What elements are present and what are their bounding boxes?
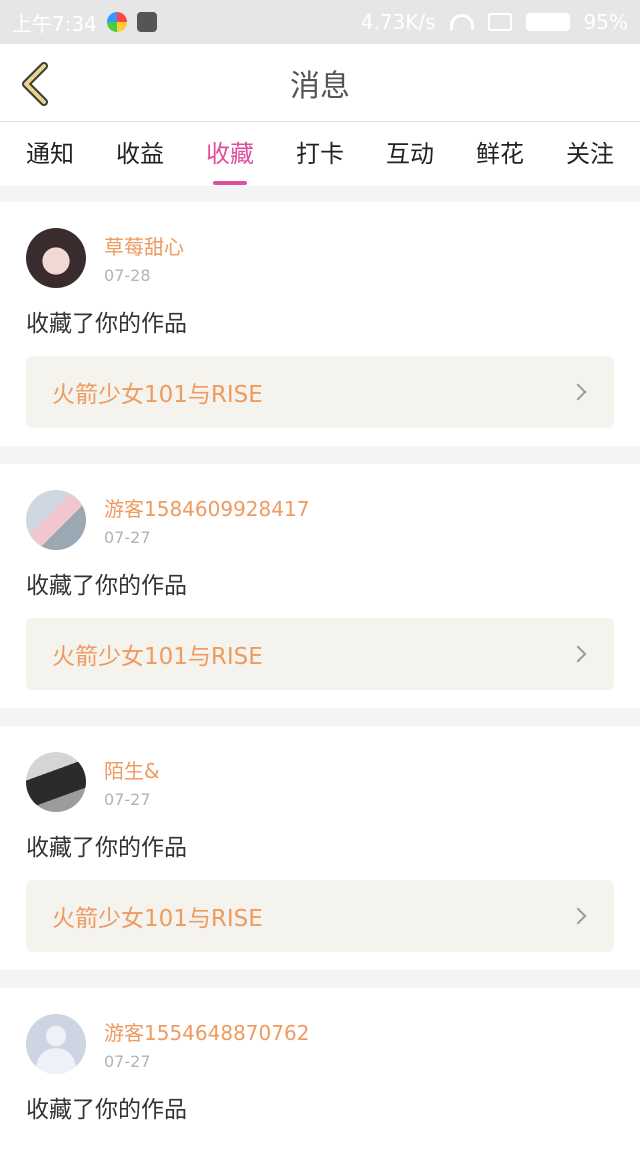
work-title: 火箭少女101与RISE	[52, 644, 263, 670]
user-meta: 游客1584609928417 07-27	[104, 493, 309, 547]
avatar[interactable]	[26, 228, 86, 288]
favorite-item: 游客1554648870762 07-27 收藏了你的作品	[0, 988, 640, 1160]
date: 07-28	[104, 266, 151, 285]
status-time: 上午7:34	[12, 11, 97, 36]
tab-interaction[interactable]: 互动	[386, 134, 434, 175]
work-title: 火箭少女101与RISE	[52, 382, 263, 408]
avatar[interactable]	[26, 490, 86, 550]
date: 07-27	[104, 528, 151, 547]
avatar[interactable]	[26, 1014, 86, 1074]
network-speed: 4.73K/s	[360, 10, 436, 34]
favorite-item: 陌生& 07-27 收藏了你的作品 火箭少女101与RISE	[0, 726, 640, 970]
battery-percent: 95%	[583, 10, 628, 34]
tab-notice[interactable]: 通知	[26, 134, 74, 175]
date: 07-27	[104, 1052, 151, 1071]
avatar[interactable]	[26, 752, 86, 812]
back-arrow-icon[interactable]	[18, 62, 52, 106]
chevron-right-icon	[572, 908, 588, 924]
tab-follow[interactable]: 关注	[566, 134, 614, 175]
user-name[interactable]: 游客1584609928417	[104, 493, 309, 522]
action-text: 收藏了你的作品	[26, 835, 187, 861]
favorite-item: 游客1584609928417 07-27 收藏了你的作品 火箭少女101与RI…	[0, 464, 640, 708]
action-text: 收藏了你的作品	[26, 573, 187, 599]
section-spacer	[0, 186, 640, 202]
tab-checkin[interactable]: 打卡	[296, 134, 344, 175]
favorite-item: 草莓甜心 07-28 收藏了你的作品 火箭少女101与RISE	[0, 202, 640, 446]
chevron-right-icon	[572, 646, 588, 662]
page-title: 消息	[290, 68, 350, 104]
action-text: 收藏了你的作品	[26, 311, 187, 337]
work-title: 火箭少女101与RISE	[52, 906, 263, 932]
work-link[interactable]: 火箭少女101与RISE	[26, 880, 614, 952]
action-text: 收藏了你的作品	[26, 1097, 187, 1123]
chevron-right-icon	[572, 384, 588, 400]
user-row[interactable]: 陌生& 07-27	[26, 752, 614, 812]
date: 07-27	[104, 790, 151, 809]
user-row[interactable]: 游客1554648870762 07-27	[26, 1014, 614, 1074]
user-row[interactable]: 游客1584609928417 07-27	[26, 490, 614, 550]
user-name[interactable]: 游客1554648870762	[104, 1017, 309, 1046]
tab-flowers[interactable]: 鲜花	[476, 134, 524, 175]
favorites-list: 草莓甜心 07-28 收藏了你的作品 火箭少女101与RISE 游客158460…	[0, 202, 640, 1160]
user-meta: 陌生& 07-27	[104, 755, 160, 809]
status-right: 4.73K/s 95%	[361, 10, 628, 34]
user-name[interactable]: 陌生&	[104, 755, 160, 784]
battery-icon	[525, 13, 570, 31]
tab-earnings[interactable]: 收益	[116, 134, 164, 175]
user-meta: 游客1554648870762 07-27	[104, 1017, 309, 1071]
wifi-icon	[449, 14, 474, 30]
work-link[interactable]: 火箭少女101与RISE	[26, 618, 614, 690]
work-link[interactable]: 火箭少女101与RISE	[26, 356, 614, 428]
tab-favorites[interactable]: 收藏	[206, 134, 254, 175]
category-tabs: 通知 收益 收藏 打卡 互动 鲜花 关注	[0, 122, 640, 186]
app-icon	[106, 12, 127, 32]
status-bar: 上午7:34 4.73K/s 95%	[0, 0, 640, 44]
sim-icon	[487, 13, 512, 31]
status-left: 上午7:34	[12, 8, 157, 37]
user-row[interactable]: 草莓甜心 07-28	[26, 228, 614, 288]
user-meta: 草莓甜心 07-28	[104, 231, 184, 285]
app-icon-2	[136, 12, 157, 32]
user-name[interactable]: 草莓甜心	[104, 231, 184, 260]
top-nav: 消息	[0, 44, 640, 122]
